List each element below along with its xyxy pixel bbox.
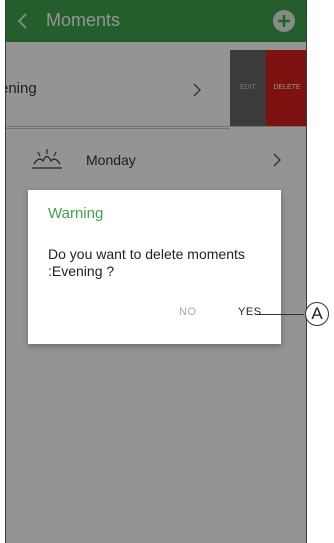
phone-screen: Moments ening EDIT DELETE Monday Warning xyxy=(5,0,307,543)
callout-line xyxy=(256,314,304,315)
no-button[interactable]: NO xyxy=(179,306,197,318)
warning-dialog: Warning Do you want to delete moments :E… xyxy=(28,190,281,344)
dialog-message: Do you want to delete moments :Evening ? xyxy=(48,246,245,279)
yes-button[interactable]: YES xyxy=(238,306,262,318)
dialog-title: Warning xyxy=(48,205,104,222)
callout-marker-a: A xyxy=(305,302,329,326)
